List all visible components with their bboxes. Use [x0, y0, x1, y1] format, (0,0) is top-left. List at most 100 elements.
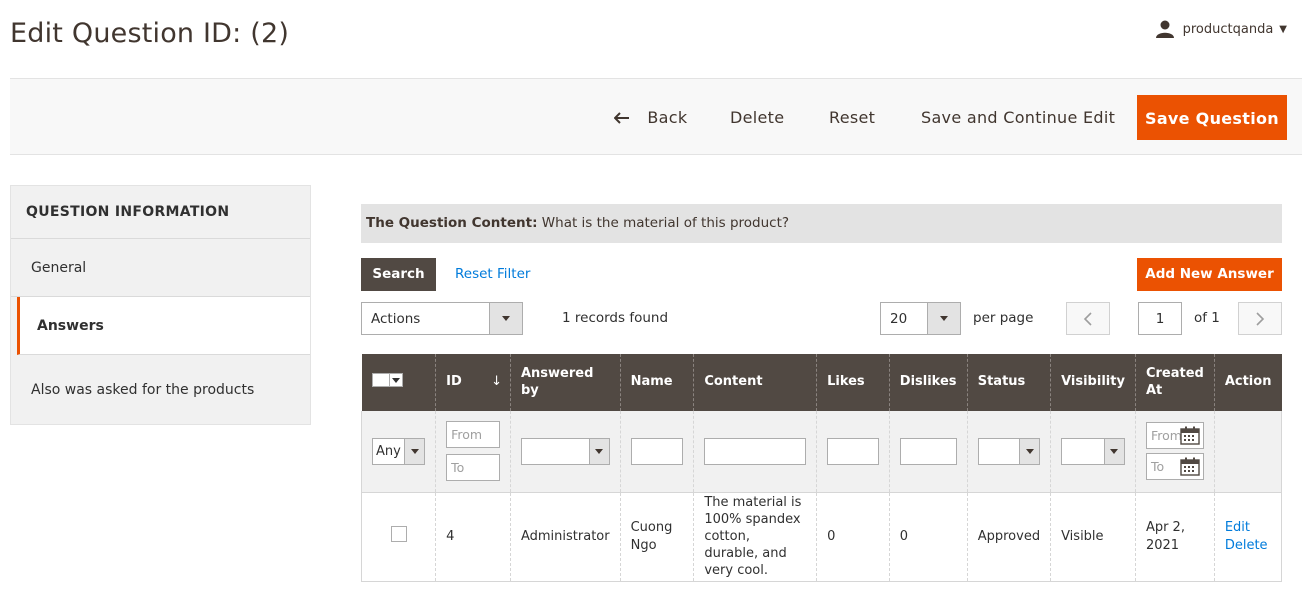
- per-page-value: 20: [890, 310, 908, 327]
- add-new-answer-button[interactable]: Add New Answer: [1137, 258, 1282, 291]
- filter-mass-select-cell: Any: [360, 411, 436, 493]
- grid-header-row: ID ↓ Answered by Name Content Likes Disli…: [361, 354, 1282, 411]
- column-header-dislikes[interactable]: Dislikes: [888, 354, 968, 411]
- sidebar-item-also-asked-products[interactable]: Also was asked for the products: [11, 355, 310, 424]
- filter-answered-by-cell: [509, 411, 621, 493]
- per-page-label: per page: [973, 310, 1034, 326]
- reset-filter-link[interactable]: Reset Filter: [455, 258, 530, 291]
- question-content-label: The Question Content:: [366, 215, 538, 231]
- filter-any-value: Any: [376, 443, 401, 459]
- filter-likes-input[interactable]: [827, 437, 879, 465]
- filter-date-from-input[interactable]: From: [1145, 422, 1204, 450]
- cell-likes: 0: [816, 492, 890, 582]
- sidebar-item-label: Answers: [37, 317, 104, 334]
- column-header-name[interactable]: Name: [619, 354, 694, 411]
- filter-likes-cell: [816, 411, 890, 493]
- arrow-left-icon: [613, 108, 635, 127]
- column-header-visibility[interactable]: Visibility: [1050, 354, 1136, 411]
- row-select-checkbox[interactable]: [390, 525, 407, 542]
- filter-id-to-input[interactable]: To: [446, 454, 500, 482]
- current-page-input[interactable]: [1138, 302, 1182, 335]
- filter-name-input[interactable]: [630, 437, 684, 465]
- page-actions-toolbar: Back Delete Reset Save and Continue Edit…: [10, 78, 1302, 155]
- sidebar-title: QUESTION INFORMATION: [11, 186, 310, 239]
- chevron-down-icon: [1019, 438, 1040, 464]
- back-label: Back: [647, 108, 688, 127]
- username: productqanda: [1182, 21, 1274, 37]
- mass-actions-select[interactable]: Actions: [361, 302, 523, 335]
- sidebar-item-general[interactable]: General: [11, 239, 310, 297]
- column-header-mass-select[interactable]: [361, 354, 436, 411]
- filter-visibility-cell: [1050, 411, 1136, 493]
- column-header-likes[interactable]: Likes: [816, 354, 890, 411]
- filter-answered-by-select[interactable]: [520, 437, 610, 465]
- chevron-down-icon: [404, 438, 425, 464]
- cell-action: Edit Delete: [1213, 492, 1283, 582]
- grid-filter-row: Any From To From To: [360, 411, 1283, 493]
- column-header-answered-by[interactable]: Answered by: [509, 354, 621, 411]
- cell-answered-by: Administrator: [509, 492, 621, 582]
- sidebar-item-label: Also was asked for the products: [31, 381, 255, 398]
- column-header-status[interactable]: Status: [966, 354, 1051, 411]
- filter-dislikes-input[interactable]: [899, 437, 957, 465]
- filter-name-cell: [619, 411, 694, 493]
- reset-button[interactable]: Reset: [829, 95, 875, 140]
- answers-grid: ID ↓ Answered by Name Content Likes Disli…: [360, 354, 1283, 582]
- filter-created-at-cell: From To: [1134, 411, 1215, 493]
- sidebar: QUESTION INFORMATION General Answers Als…: [10, 185, 311, 425]
- next-page-button[interactable]: [1238, 302, 1282, 335]
- row-checkbox-cell: [360, 492, 436, 582]
- sidebar-item-answers[interactable]: Answers: [17, 297, 310, 355]
- filter-id-from-input[interactable]: From: [446, 421, 500, 449]
- chevron-down-icon: [489, 303, 522, 334]
- save-and-continue-button[interactable]: Save and Continue Edit: [921, 95, 1115, 140]
- chevron-down-icon: [588, 438, 609, 464]
- chevron-right-icon: [1256, 311, 1265, 326]
- records-found: 1 records found: [562, 310, 669, 326]
- cell-created-at: Apr 2, 2021: [1134, 492, 1215, 582]
- total-pages: of 1: [1194, 310, 1220, 326]
- cell-visibility: Visible: [1050, 492, 1136, 582]
- filter-status-cell: [966, 411, 1051, 493]
- delete-button[interactable]: Delete: [730, 95, 784, 140]
- chevron-down-icon: [1103, 438, 1124, 464]
- calendar-icon[interactable]: [1180, 426, 1200, 445]
- save-question-button[interactable]: Save Question: [1137, 95, 1287, 140]
- question-content-bar: The Question Content: What is the materi…: [361, 204, 1282, 243]
- back-button[interactable]: Back: [613, 95, 688, 140]
- cell-dislikes: 0: [888, 492, 968, 582]
- page-title: Edit Question ID: (2): [10, 18, 290, 49]
- chevron-left-icon: [1083, 311, 1092, 326]
- filter-dislikes-cell: [888, 411, 968, 493]
- delete-answer-link[interactable]: Delete: [1225, 537, 1271, 554]
- edit-answer-link[interactable]: Edit: [1225, 519, 1271, 536]
- chevron-down-icon: [927, 303, 960, 334]
- table-row: 4 Administrator Cuong Ngo The material i…: [360, 492, 1283, 582]
- calendar-icon[interactable]: [1180, 457, 1200, 476]
- filter-any-select[interactable]: Any: [372, 437, 426, 465]
- cell-name: Cuong Ngo: [619, 492, 694, 582]
- filter-content-input[interactable]: [704, 437, 807, 465]
- column-header-created-at[interactable]: Created At: [1134, 354, 1215, 411]
- filter-date-to-input[interactable]: To: [1145, 453, 1204, 481]
- cell-id: 4: [435, 492, 511, 582]
- mass-actions-value: Actions: [371, 310, 421, 327]
- sort-descending-icon: ↓: [491, 374, 502, 390]
- per-page-select[interactable]: 20: [880, 302, 961, 335]
- question-content-value: What is the material of this product?: [541, 215, 790, 231]
- filter-status-select[interactable]: [977, 437, 1041, 465]
- mass-select-dropdown[interactable]: [371, 373, 403, 388]
- cell-status: Approved: [966, 492, 1051, 582]
- chevron-down-icon: [388, 374, 402, 387]
- filter-action-cell: [1213, 411, 1283, 493]
- filter-content-cell: [693, 411, 817, 493]
- filter-visibility-select[interactable]: [1061, 437, 1125, 465]
- column-header-action: Action: [1213, 354, 1282, 411]
- user-account-menu[interactable]: productqanda ▼: [1155, 20, 1287, 38]
- column-header-id[interactable]: ID ↓: [435, 354, 511, 411]
- search-button[interactable]: Search: [361, 258, 436, 291]
- cell-content: The material is 100% spandex cotton, dur…: [693, 492, 817, 582]
- user-icon: [1155, 20, 1174, 38]
- previous-page-button[interactable]: [1066, 302, 1110, 335]
- column-header-content[interactable]: Content: [693, 354, 817, 411]
